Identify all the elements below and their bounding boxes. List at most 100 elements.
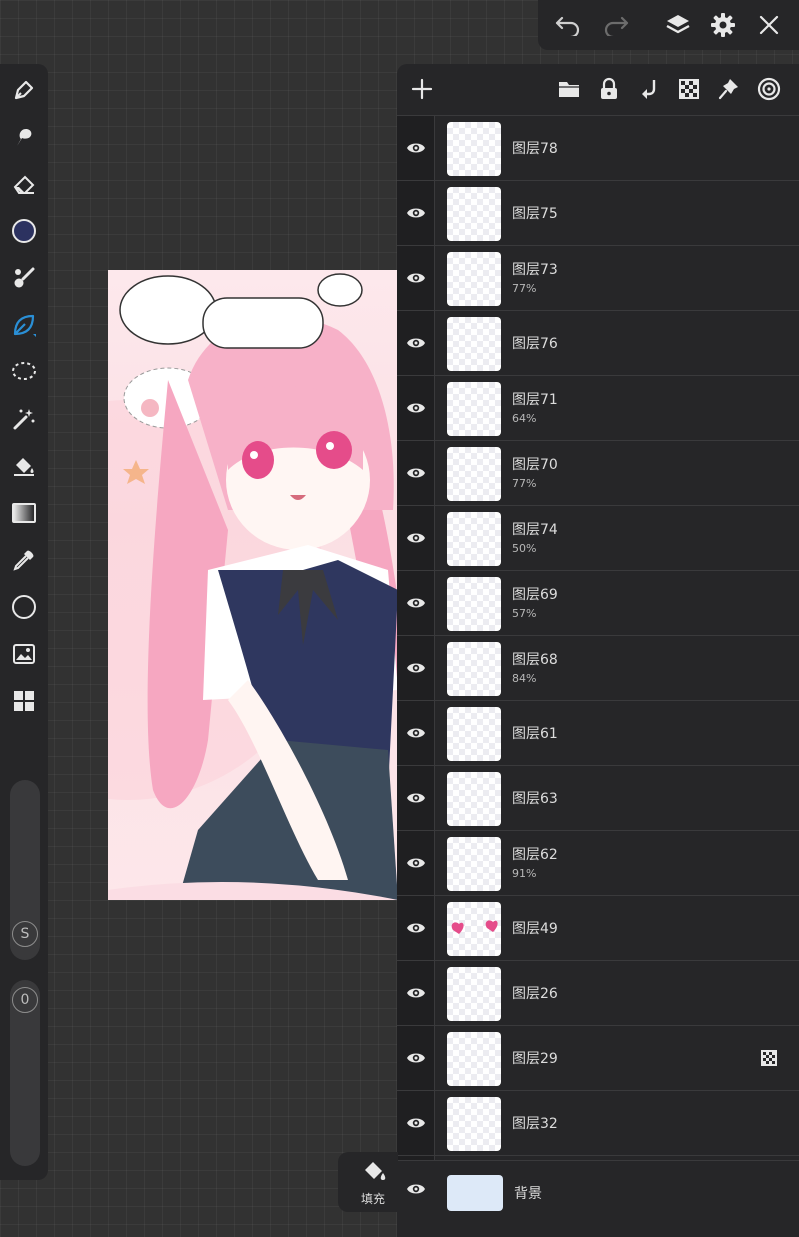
layer-name: 图层63 bbox=[512, 791, 558, 807]
eye-icon[interactable] bbox=[404, 656, 428, 680]
fill-bucket-icon bbox=[365, 1162, 386, 1180]
layer-opacity: 77% bbox=[512, 282, 537, 295]
eye-icon[interactable] bbox=[404, 461, 428, 485]
layer-opacity: 91% bbox=[512, 867, 537, 880]
image-transform-icon[interactable] bbox=[6, 636, 42, 672]
layer-thumbnail bbox=[447, 252, 501, 306]
size-label: S bbox=[12, 921, 38, 947]
layer-row[interactable]: 图层71 64% bbox=[397, 376, 799, 441]
folder-icon[interactable] bbox=[553, 73, 585, 105]
layer-name: 图层70 bbox=[512, 457, 558, 473]
layer-opacity: 64% bbox=[512, 412, 537, 425]
eye-icon[interactable] bbox=[404, 266, 428, 290]
layer-opacity: 84% bbox=[512, 672, 537, 685]
layer-thumbnail bbox=[447, 642, 501, 696]
layer-name: 图层78 bbox=[512, 141, 558, 157]
add-icon[interactable] bbox=[406, 73, 438, 105]
eye-icon[interactable] bbox=[404, 981, 428, 1005]
top-bar bbox=[538, 0, 799, 50]
layer-row[interactable]: 图层69 57% bbox=[397, 571, 799, 636]
eye-icon[interactable] bbox=[404, 916, 428, 940]
eye-icon[interactable] bbox=[404, 201, 428, 225]
layer-name: 图层62 bbox=[512, 847, 558, 863]
eye-icon[interactable] bbox=[404, 136, 428, 160]
eye-icon[interactable] bbox=[404, 786, 428, 810]
layer-row[interactable]: 图层68 84% bbox=[397, 636, 799, 701]
merge-down-icon[interactable] bbox=[633, 73, 665, 105]
eyedropper-icon[interactable] bbox=[6, 542, 42, 578]
layer-thumbnail bbox=[447, 447, 501, 501]
gear-icon[interactable] bbox=[706, 8, 740, 42]
eye-icon[interactable] bbox=[404, 591, 428, 615]
pin-icon[interactable] bbox=[713, 73, 745, 105]
layers-panel-header bbox=[397, 64, 799, 116]
eye-icon[interactable] bbox=[404, 396, 428, 420]
smudge-icon[interactable] bbox=[6, 119, 42, 155]
layer-thumbnail bbox=[447, 967, 501, 1021]
layer-thumbnail bbox=[447, 707, 501, 761]
left-toolbar: S 0 bbox=[0, 64, 48, 1180]
layer-row[interactable]: 图层32 bbox=[397, 1091, 799, 1156]
shape-circle-icon[interactable] bbox=[6, 589, 42, 625]
layer-row[interactable]: 图层63 bbox=[397, 766, 799, 831]
layer-name: 图层49 bbox=[512, 921, 558, 937]
layers-panel: 图层78 图层75 图层73 77% 图层76 图层71 64% 图层70 77… bbox=[397, 64, 799, 1237]
fill-label: 填充 bbox=[360, 1192, 385, 1206]
eye-icon[interactable] bbox=[404, 721, 428, 745]
background-layer-row[interactable]: 背景 bbox=[397, 1160, 799, 1237]
opacity-label: 0 bbox=[12, 987, 38, 1013]
layer-row[interactable]: 图层73 77% bbox=[397, 246, 799, 311]
checker-badge-icon bbox=[761, 1050, 777, 1066]
lasso-leaf-icon[interactable] bbox=[6, 307, 42, 343]
eraser-icon[interactable] bbox=[6, 166, 42, 202]
layer-thumbnail bbox=[447, 1097, 501, 1151]
layers-icon[interactable] bbox=[661, 8, 695, 42]
layer-thumbnail bbox=[447, 317, 501, 371]
undo-icon[interactable] bbox=[551, 8, 585, 42]
fill-bucket-icon[interactable] bbox=[6, 448, 42, 484]
layer-row[interactable]: 图层76 bbox=[397, 311, 799, 376]
target-icon[interactable] bbox=[753, 73, 785, 105]
layer-opacity: 50% bbox=[512, 542, 537, 555]
layer-row[interactable]: 图层70 77% bbox=[397, 441, 799, 506]
close-icon[interactable] bbox=[752, 8, 786, 42]
layer-thumbnail bbox=[447, 902, 501, 956]
layer-thumbnail bbox=[447, 1032, 501, 1086]
layer-opacity: 77% bbox=[512, 477, 537, 490]
layer-row[interactable]: 图层61 bbox=[397, 701, 799, 766]
fill-button[interactable]: 填充 bbox=[338, 1152, 398, 1212]
layer-row[interactable]: 图层29 bbox=[397, 1026, 799, 1091]
layer-name: 图层76 bbox=[512, 336, 558, 352]
layer-opacity: 57% bbox=[512, 607, 537, 620]
layer-row[interactable]: 图层62 91% bbox=[397, 831, 799, 896]
layer-name: 图层69 bbox=[512, 587, 558, 603]
canvas-artwork[interactable] bbox=[108, 270, 398, 900]
selection-lasso-icon[interactable] bbox=[6, 354, 42, 390]
layer-row[interactable]: 图层26 bbox=[397, 961, 799, 1026]
eye-icon[interactable] bbox=[404, 1046, 428, 1070]
gradient-icon[interactable] bbox=[6, 495, 42, 531]
layer-row[interactable]: 图层78 bbox=[397, 116, 799, 181]
layer-name: 图层29 bbox=[512, 1051, 558, 1067]
background-layer-name: 背景 bbox=[514, 1186, 542, 1202]
eye-icon[interactable] bbox=[404, 851, 428, 875]
brush-icon[interactable] bbox=[6, 260, 42, 296]
eye-icon[interactable] bbox=[404, 331, 428, 355]
grid-icon[interactable] bbox=[6, 683, 42, 719]
layer-name: 图层73 bbox=[512, 262, 558, 278]
layer-name: 图层71 bbox=[512, 392, 558, 408]
layer-row[interactable]: 图层74 50% bbox=[397, 506, 799, 571]
color-swatch[interactable] bbox=[6, 213, 42, 249]
layer-thumbnail bbox=[447, 837, 501, 891]
layer-thumbnail bbox=[447, 512, 501, 566]
eye-icon[interactable] bbox=[404, 526, 428, 550]
layer-row[interactable]: 图层75 bbox=[397, 181, 799, 246]
lock-icon[interactable] bbox=[593, 73, 625, 105]
checker-icon[interactable] bbox=[673, 73, 705, 105]
magic-wand-icon[interactable] bbox=[6, 401, 42, 437]
layer-row[interactable]: 图层49 bbox=[397, 896, 799, 961]
layer-thumbnail bbox=[447, 187, 501, 241]
eye-icon[interactable] bbox=[404, 1111, 428, 1135]
redo-icon[interactable] bbox=[599, 8, 633, 42]
pen-tool-icon[interactable] bbox=[6, 72, 42, 108]
